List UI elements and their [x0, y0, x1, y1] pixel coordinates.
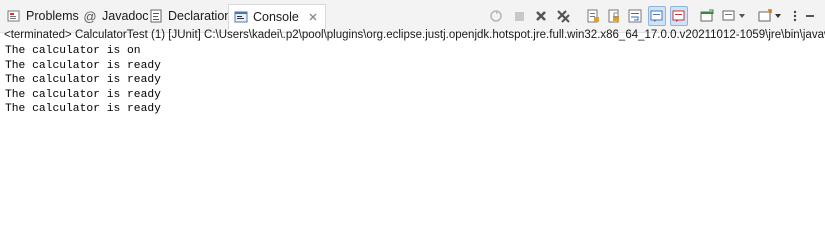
word-wrap-icon[interactable]: [626, 6, 644, 26]
tab-console[interactable]: Console: [228, 4, 326, 31]
console-icon: [233, 9, 249, 25]
launch-status-line: <terminated> CalculatorTest (1) [JUnit] …: [4, 29, 825, 41]
scroll-lock-icon[interactable]: [605, 6, 623, 26]
console-view: Problems @ Javadoc Declaration Console <…: [0, 0, 825, 238]
pin-console-icon[interactable]: [698, 6, 716, 26]
javadoc-at-icon: @: [83, 8, 97, 24]
open-console-icon[interactable]: [756, 6, 774, 26]
console-line: The calculator is ready: [5, 59, 161, 72]
tab-console-label: Console: [253, 10, 299, 24]
minimize-icon[interactable]: [804, 6, 816, 26]
problems-icon: [6, 8, 22, 24]
tab-declaration[interactable]: Declaration: [148, 6, 231, 26]
remove-all-terminated-icon[interactable]: [554, 6, 572, 26]
tab-javadoc-label: Javadoc: [102, 9, 149, 23]
remove-launches-icon[interactable]: [487, 6, 505, 26]
display-selected-console-icon[interactable]: [720, 6, 738, 26]
console-line: The calculator is on: [5, 45, 141, 57]
console-line: The calculator is ready: [5, 74, 161, 86]
console-line: The calculator is ready: [5, 103, 161, 115]
console-output[interactable]: The calculator is on The calculator is r…: [5, 44, 161, 117]
declaration-icon: [148, 8, 164, 24]
tab-problems-label: Problems: [26, 9, 79, 23]
chevron-down-icon[interactable]: [737, 6, 747, 26]
close-icon[interactable]: [307, 11, 319, 23]
open-console-dropdown-icon[interactable]: [773, 6, 783, 26]
view-menu-icon[interactable]: [788, 6, 802, 26]
tab-javadoc[interactable]: @ Javadoc: [82, 6, 149, 26]
console-line: The calculator is ready: [5, 88, 161, 101]
terminate-icon[interactable]: [510, 6, 528, 26]
clear-console-icon[interactable]: [584, 6, 602, 26]
tab-declaration-label: Declaration: [168, 9, 232, 23]
tab-problems[interactable]: Problems: [6, 6, 79, 26]
show-console-on-stdout-icon[interactable]: [648, 6, 666, 26]
remove-launch-icon[interactable]: [532, 6, 550, 26]
show-console-on-stderr-icon[interactable]: [670, 6, 688, 26]
